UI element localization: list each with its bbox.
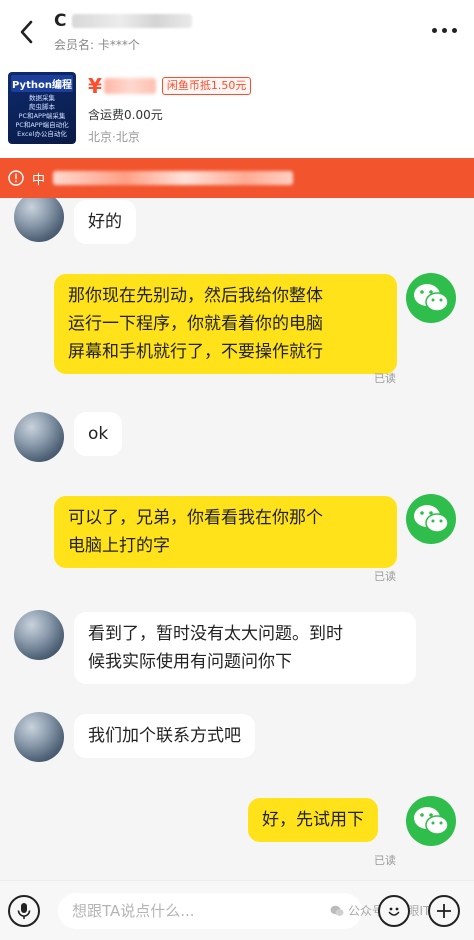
title-text: C — [54, 11, 67, 31]
read-receipt: 已读 — [374, 570, 396, 583]
message-bubble-received: 好的 — [74, 200, 136, 244]
thumb-line: 数据采集 — [29, 94, 55, 102]
page-title: C — [54, 10, 193, 32]
redacted-name — [72, 14, 193, 28]
read-receipt: 已读 — [374, 372, 396, 385]
chat-messages: 好的 那你现在先别动，然后我给你整体 运行一下程序，你就看着你的电脑 屏幕和手机… — [0, 198, 474, 880]
notice-text: 中 — [32, 172, 46, 188]
avatar[interactable] — [14, 198, 64, 242]
voice-button[interactable] — [8, 895, 40, 927]
member-name: 会员名: 卡***个 — [54, 38, 140, 52]
avatar[interactable] — [14, 610, 64, 660]
shipping-info: 含运费0.00元 — [88, 108, 163, 122]
redacted-price — [103, 78, 156, 94]
wechat-official-icon — [330, 905, 344, 916]
thumb-title: Python编程 — [11, 75, 73, 92]
product-card[interactable]: Python编程 数据采集 爬虫脚本 PC和APP端采集 PC和APP端自动化 … — [0, 62, 474, 158]
product-thumbnail[interactable]: Python编程 数据采集 爬虫脚本 PC和APP端采集 PC和APP端自动化 … — [8, 72, 76, 144]
thumb-line: PC和APP端采集 — [18, 112, 66, 120]
redacted-notice — [53, 171, 294, 185]
price-row: ¥ 闲鱼币抵1.50元 — [88, 74, 252, 98]
chevron-left-icon — [20, 20, 33, 44]
avatar[interactable] — [14, 712, 64, 762]
currency-symbol: ¥ — [88, 74, 102, 98]
thumb-line: Excel办公自动化 — [17, 130, 67, 138]
avatar[interactable] — [406, 494, 456, 544]
notice-bar[interactable]: 中 — [0, 158, 474, 198]
avatar[interactable] — [406, 273, 456, 323]
more-actions-button[interactable] — [428, 895, 460, 927]
coin-offset-badge: 闲鱼币抵1.50元 — [161, 77, 252, 95]
header-title-block: C 会员名: 卡***个 — [54, 10, 193, 53]
dot-icon — [441, 27, 447, 33]
product-price: ¥ — [88, 74, 156, 98]
microphone-icon — [17, 903, 31, 919]
message-input[interactable] — [58, 893, 362, 929]
emoji-button[interactable] — [378, 895, 410, 927]
message-bubble-sent: 好，先试用下 — [248, 798, 378, 842]
wechat-icon — [414, 807, 449, 835]
avatar[interactable] — [14, 412, 64, 462]
thumb-line: 爬虫脚本 — [29, 103, 55, 111]
smiley-icon — [388, 907, 400, 916]
message-bubble-received: ok — [74, 412, 123, 456]
back-button[interactable] — [8, 12, 44, 52]
message-bubble-received: 看到了，暂时没有太大问题。到时 候我实际使用有问题问你下 — [74, 612, 416, 684]
product-location: 北京·北京 — [88, 130, 140, 144]
chat-header: C 会员名: 卡***个 — [0, 0, 474, 62]
message-bubble-sent: 那你现在先别动，然后我给你整体 运行一下程序，你就看着你的电脑 屏幕和手机就行了… — [54, 274, 397, 374]
alert-circle-icon — [8, 170, 24, 186]
plus-icon — [437, 904, 451, 918]
more-options-button[interactable] — [426, 20, 462, 40]
wechat-icon — [414, 505, 449, 533]
dot-icon — [451, 27, 457, 33]
avatar[interactable] — [406, 796, 456, 846]
message-bubble-received: 我们加个联系方式吧 — [74, 714, 255, 758]
dot-icon — [431, 27, 437, 33]
read-receipt: 已读 — [374, 854, 396, 867]
message-input-bar: 公众号 · 大眼IT — [0, 880, 474, 940]
thumb-line: PC和APP端自动化 — [15, 121, 69, 129]
wechat-icon — [414, 284, 449, 312]
message-bubble-sent: 可以了，兄弟，你看看我在你那个 电脑上打的字 — [54, 496, 397, 568]
